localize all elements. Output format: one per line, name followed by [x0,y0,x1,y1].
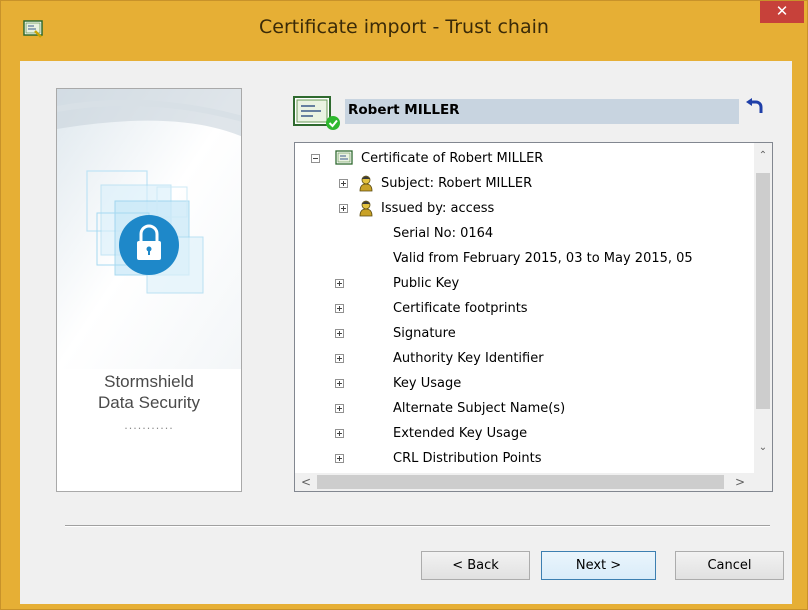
scroll-left-icon[interactable]: < [297,473,315,491]
close-button[interactable]: ✕ [760,1,804,23]
expand-icon[interactable] [335,329,344,338]
horizontal-scroll-thumb[interactable] [317,475,724,489]
brand-name-line1: Stormshield [104,372,194,391]
expand-icon[interactable] [339,204,348,213]
tree-item-label: CRL Distribution Points [393,451,542,466]
expand-icon[interactable] [335,279,344,288]
window-title: Certificate import - Trust chain [259,16,549,38]
scroll-up-icon[interactable]: ⌃ [754,147,772,165]
tree-item-label: Issued by: access [381,201,495,216]
dialog-body: Stormshield Data Security ........... Ro… [20,61,792,604]
next-button[interactable]: Next > [541,551,656,580]
vertical-scrollbar[interactable]: ⌃ ⌄ [754,143,772,473]
brand-dots: ........... [124,419,174,432]
tree-item-label: Authority Key Identifier [393,351,544,366]
tree-item-label: Extended Key Usage [393,426,528,441]
vertical-scroll-thumb[interactable] [756,173,770,409]
tree-item-label: Valid from February 2015, 03 to May 2015… [393,251,693,266]
tree-item-label: Signature [393,326,456,341]
tree-root-label: Certificate of Robert MILLER [361,151,544,166]
expand-icon[interactable] [335,404,344,413]
tree-item-label: Key Usage [393,376,462,391]
brand-panel: Stormshield Data Security ........... [56,88,242,492]
title-bar[interactable]: Certificate import - Trust chain ✕ [1,1,807,61]
certificate-icon [335,149,353,167]
tree-view: Certificate of Robert MILLER Subject: Rob… [295,143,754,473]
collapse-icon[interactable] [311,154,320,163]
expand-icon[interactable] [335,354,344,363]
scroll-corner [754,473,772,491]
button-separator [65,525,770,527]
person-icon [357,199,375,217]
tree-item-label: Serial No: 0164 [393,226,494,241]
expand-icon[interactable] [335,429,344,438]
tree-item-label: Subject: Robert MILLER [381,176,533,191]
tree-item-label: Alternate Subject Name(s) [393,401,566,416]
certificate-header: Robert MILLER [293,95,765,130]
certificate-valid-icon [293,96,340,130]
tree-item-label: Certificate footprints [393,301,528,316]
certificate-name: Robert MILLER [348,102,460,118]
scroll-right-icon[interactable]: > [731,473,749,491]
expand-icon[interactable] [335,454,344,463]
back-arrow-icon[interactable] [745,97,765,117]
scroll-down-icon[interactable]: ⌄ [754,439,772,457]
brand-name-line2: Data Security [97,393,201,412]
person-icon [357,174,375,192]
certificate-tree[interactable]: Certificate of Robert MILLER Subject: Rob… [294,142,773,492]
cancel-button[interactable]: Cancel [675,551,784,580]
brand-artwork [57,89,241,369]
tree-item-label: Public Key [393,276,460,291]
horizontal-scrollbar[interactable]: < > [295,473,754,491]
expand-icon[interactable] [335,304,344,313]
expand-icon[interactable] [339,179,348,188]
back-button[interactable]: < Back [421,551,530,580]
expand-icon[interactable] [335,379,344,388]
dialog-window: Certificate import - Trust chain ✕ Storm… [0,0,808,610]
